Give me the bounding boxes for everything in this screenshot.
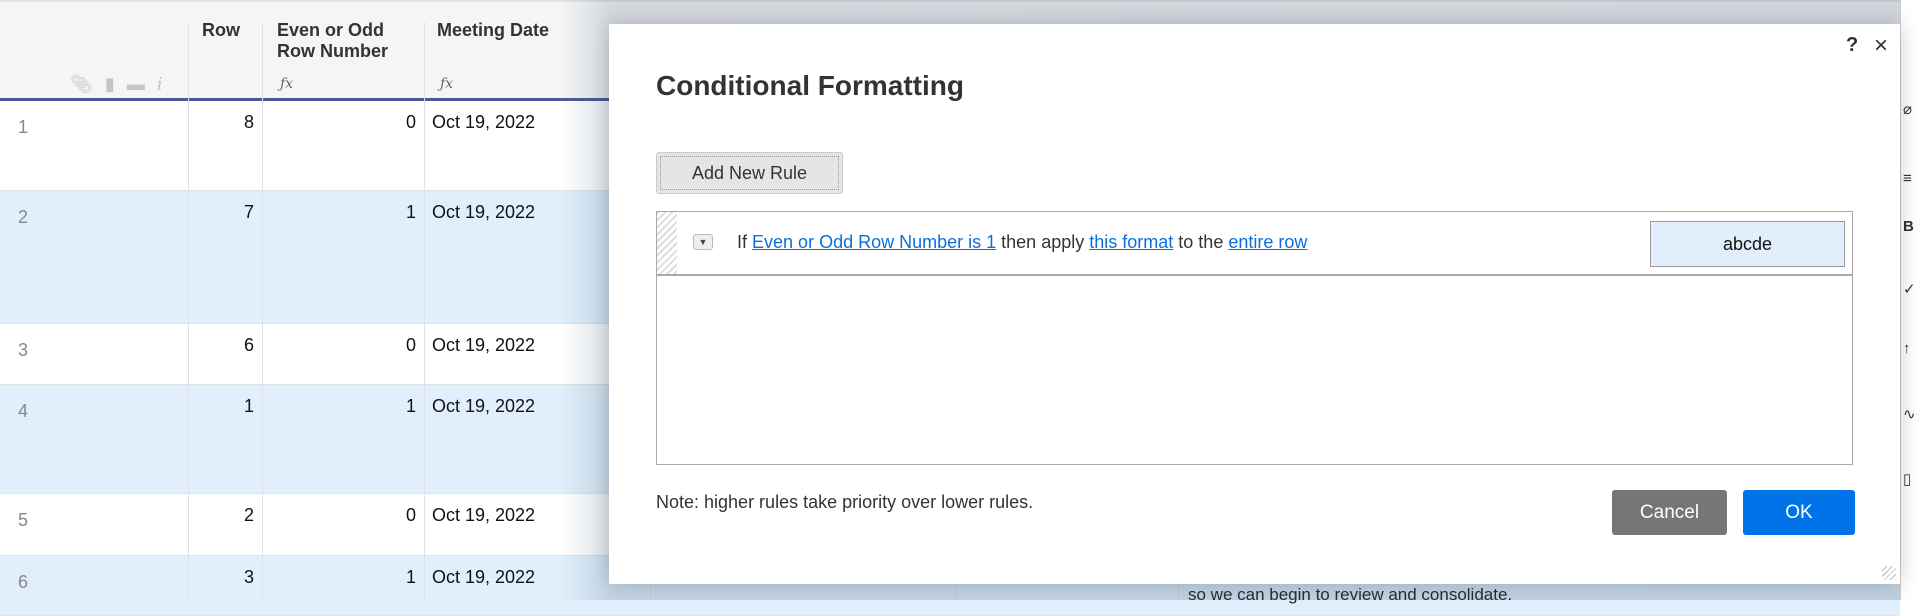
row-number[interactable]: 4 (0, 385, 188, 493)
close-icon[interactable]: × (1874, 32, 1888, 60)
row-number[interactable]: 5 (0, 494, 188, 555)
info-icon: i (156, 74, 163, 95)
cell-even-odd[interactable]: 0 (262, 324, 424, 384)
cell-row[interactable]: 7 (188, 191, 262, 323)
resize-handle[interactable] (1882, 566, 1896, 580)
drag-handle[interactable] (657, 212, 677, 274)
target-link[interactable]: entire row (1228, 232, 1307, 252)
proofing-icon: ▬ (126, 74, 145, 94)
cancel-button[interactable]: Cancel (1612, 490, 1727, 535)
summary-icon[interactable]: ≡ (1903, 170, 1912, 187)
format-preview[interactable]: abcde (1650, 221, 1845, 267)
bold-icon[interactable]: B (1903, 218, 1914, 235)
cell-even-odd[interactable]: 0 (262, 101, 424, 190)
forms-icon[interactable]: ▯ (1903, 470, 1911, 488)
right-sidebar: ⌀ ≡ B ✓ ↑ ∿ ▯ (1900, 0, 1916, 600)
conditional-formatting-dialog: ? × Conditional Formatting Add New Rule … (609, 24, 1900, 584)
column-header-even-odd[interactable]: Even or Odd Row Number (277, 20, 417, 62)
rule-item[interactable]: ▼ If Even or Odd Row Number is 1 then ap… (657, 212, 1852, 276)
cell-even-odd[interactable]: 1 (262, 191, 424, 323)
add-new-rule-button[interactable]: Add New Rule (656, 152, 843, 194)
row-number[interactable]: 1 (0, 101, 188, 190)
row-number[interactable]: 3 (0, 324, 188, 384)
cell-row[interactable]: 2 (188, 494, 262, 555)
row-number[interactable]: 6 (0, 556, 188, 615)
cell-row[interactable]: 6 (188, 324, 262, 384)
row-number[interactable]: 2 (0, 191, 188, 323)
format-link[interactable]: this format (1089, 232, 1173, 252)
publish-icon[interactable]: ↑ (1903, 340, 1911, 357)
proofing-icon[interactable]: ✓ (1903, 280, 1916, 298)
cell-even-odd[interactable]: 1 (262, 556, 424, 615)
attachment-icon: 📎︎ (70, 74, 93, 94)
comment-icon: ▮ (104, 74, 115, 94)
rules-list: ▼ If Even or Odd Row Number is 1 then ap… (656, 211, 1853, 465)
help-icon[interactable]: ? (1846, 34, 1858, 57)
column-header-row[interactable]: Row (202, 20, 240, 41)
cell-row[interactable]: 1 (188, 385, 262, 493)
condition-link[interactable]: Even or Odd Row Number is 1 (752, 232, 996, 252)
priority-note: Note: higher rules take priority over lo… (656, 492, 1034, 512)
rule-menu-dropdown[interactable]: ▼ (693, 234, 713, 250)
formula-icon: ƒx (440, 76, 454, 92)
cell-row[interactable]: 8 (188, 101, 262, 190)
cell-even-odd[interactable]: 0 (262, 494, 424, 555)
rule-description: If Even or Odd Row Number is 1 then appl… (737, 232, 1308, 252)
header-icons: 📎︎ ▮ ▬ i (70, 74, 163, 95)
cell-even-odd[interactable]: 1 (262, 385, 424, 493)
formula-icon: ƒx (280, 76, 294, 92)
attachment-icon[interactable]: ⌀ (1903, 100, 1912, 118)
dialog-title: Conditional Formatting (656, 70, 964, 101)
ok-button[interactable]: OK (1743, 490, 1855, 535)
column-header-meeting-date[interactable]: Meeting Date (437, 20, 549, 41)
cell-row[interactable]: 3 (188, 556, 262, 615)
activity-icon[interactable]: ∿ (1903, 405, 1916, 423)
